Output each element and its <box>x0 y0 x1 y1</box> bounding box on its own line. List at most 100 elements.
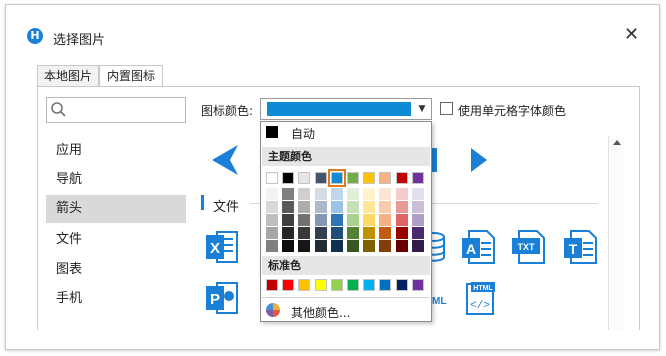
theme-shade-swatch[interactable] <box>395 214 408 226</box>
excel-file-icon[interactable]: X <box>205 229 239 265</box>
theme-shade-swatch[interactable] <box>282 188 295 200</box>
theme-shade-swatch[interactable] <box>379 227 392 239</box>
theme-shade-swatch[interactable] <box>347 227 359 239</box>
theme-shade-swatch[interactable] <box>314 201 327 213</box>
theme-shade-swatch[interactable] <box>379 214 392 226</box>
tab-builtin-icons[interactable]: 内置图标 <box>99 65 163 88</box>
theme-shade-swatch[interactable] <box>395 227 408 239</box>
search-input[interactable] <box>46 97 186 123</box>
auto-color-swatch[interactable] <box>266 126 278 138</box>
theme-shade-swatch[interactable] <box>298 188 311 200</box>
color-palette-icon <box>266 303 280 317</box>
theme-shade-swatch[interactable] <box>314 188 327 200</box>
sidebar-item-apps[interactable]: 应用 <box>46 137 186 165</box>
theme-shade-swatch[interactable] <box>330 227 343 239</box>
theme-shade-swatch[interactable] <box>298 201 311 213</box>
standard-color-swatch[interactable] <box>298 279 311 291</box>
theme-shade-swatch[interactable] <box>347 240 359 252</box>
theme-shade-swatch[interactable] <box>395 188 408 200</box>
theme-shade-swatch[interactable] <box>330 214 343 226</box>
theme-shade-swatch[interactable] <box>298 240 311 252</box>
tab-local-image[interactable]: 本地图片 <box>37 65 99 87</box>
theme-shade-swatch[interactable] <box>379 188 392 200</box>
chevron-down-icon[interactable]: ▼ <box>413 99 431 119</box>
powerpoint-file-icon[interactable]: P <box>205 280 239 316</box>
theme-shade-swatch[interactable] <box>411 201 424 213</box>
standard-color-swatch[interactable] <box>395 279 408 291</box>
scrollbar[interactable] <box>608 136 624 330</box>
theme-shade-swatch[interactable] <box>347 188 359 200</box>
standard-color-swatch[interactable] <box>314 279 327 291</box>
theme-shade-swatch[interactable] <box>266 214 278 226</box>
svg-text:A: A <box>466 241 476 257</box>
theme-shade-swatch[interactable] <box>266 227 278 239</box>
auto-color-label[interactable]: 自动 <box>291 125 315 142</box>
icon-color-select[interactable]: ▼ <box>260 98 432 120</box>
standard-color-swatch[interactable] <box>363 279 376 291</box>
theme-shade-swatch[interactable] <box>363 188 376 200</box>
theme-shade-swatch[interactable] <box>298 227 311 239</box>
close-button[interactable]: ✕ <box>624 26 639 44</box>
theme-shade-swatch[interactable] <box>298 214 311 226</box>
theme-shade-swatch[interactable] <box>379 240 392 252</box>
arrow-left-icon[interactable] <box>210 144 240 176</box>
use-cell-font-color-checkbox[interactable] <box>440 102 453 115</box>
theme-shade-swatch[interactable] <box>395 240 408 252</box>
theme-color-swatch[interactable] <box>266 172 278 184</box>
theme-shade-swatch[interactable] <box>363 214 376 226</box>
standard-color-swatch[interactable] <box>411 279 424 291</box>
theme-shade-swatch[interactable] <box>379 201 392 213</box>
theme-color-swatch[interactable] <box>327 169 346 187</box>
standard-color-swatch[interactable] <box>330 279 343 291</box>
theme-shade-swatch[interactable] <box>266 201 278 213</box>
sidebar-item-mobile[interactable]: 手机 <box>46 285 186 313</box>
html-file-icon[interactable]: HTML </> <box>463 280 497 316</box>
theme-color-swatch[interactable] <box>298 172 311 184</box>
theme-color-swatch[interactable] <box>282 172 295 184</box>
theme-shade-swatch[interactable] <box>266 240 278 252</box>
theme-shade-swatch[interactable] <box>314 227 327 239</box>
theme-shade-swatch[interactable] <box>411 227 424 239</box>
theme-shade-swatch[interactable] <box>314 214 327 226</box>
theme-color-swatch[interactable] <box>395 172 408 184</box>
sidebar-item-charts[interactable]: 图表 <box>46 256 186 284</box>
theme-shade-swatch[interactable] <box>266 188 278 200</box>
theme-shade-swatch[interactable] <box>363 227 376 239</box>
theme-shade-swatch[interactable] <box>395 201 408 213</box>
theme-shade-swatch[interactable] <box>282 214 295 226</box>
theme-shade-swatch[interactable] <box>411 188 424 200</box>
theme-shade-swatch[interactable] <box>282 201 295 213</box>
theme-shade-swatch[interactable] <box>363 240 376 252</box>
more-colors-label[interactable]: 其他颜色... <box>291 304 350 321</box>
text-file-icon[interactable]: T <box>563 229 597 265</box>
theme-shade-swatch[interactable] <box>363 201 376 213</box>
theme-shade-swatch[interactable] <box>282 227 295 239</box>
theme-shade-swatch[interactable] <box>282 240 295 252</box>
txt-file-icon[interactable]: TXT <box>511 229 545 265</box>
popup-divider <box>262 297 430 298</box>
theme-shade-swatch[interactable] <box>411 214 424 226</box>
xml-file-icon[interactable]: ML <box>432 280 452 316</box>
theme-shade-swatch[interactable] <box>347 214 359 226</box>
standard-color-swatch[interactable] <box>347 279 359 291</box>
word-file-icon[interactable]: A <box>461 229 495 265</box>
theme-color-swatch[interactable] <box>379 172 392 184</box>
theme-color-swatch[interactable] <box>363 172 376 184</box>
standard-color-swatch[interactable] <box>282 279 295 291</box>
theme-shade-swatch[interactable] <box>330 188 343 200</box>
arrow-right-icon[interactable] <box>470 148 488 172</box>
theme-shade-swatch[interactable] <box>314 240 327 252</box>
scroll-up-icon[interactable] <box>613 140 621 145</box>
standard-color-swatch[interactable] <box>266 279 278 291</box>
theme-color-swatch[interactable] <box>347 172 359 184</box>
theme-shade-swatch[interactable] <box>411 240 424 252</box>
sidebar-item-navigation[interactable]: 导航 <box>46 166 186 194</box>
theme-shade-swatch[interactable] <box>330 201 343 213</box>
sidebar-item-arrows[interactable]: 箭头 <box>46 195 186 223</box>
theme-shade-swatch[interactable] <box>330 240 343 252</box>
theme-color-swatch[interactable] <box>314 172 327 184</box>
standard-color-swatch[interactable] <box>379 279 392 291</box>
theme-shade-swatch[interactable] <box>347 201 359 213</box>
theme-color-swatch[interactable] <box>411 172 424 184</box>
sidebar-item-files[interactable]: 文件 <box>46 226 186 254</box>
